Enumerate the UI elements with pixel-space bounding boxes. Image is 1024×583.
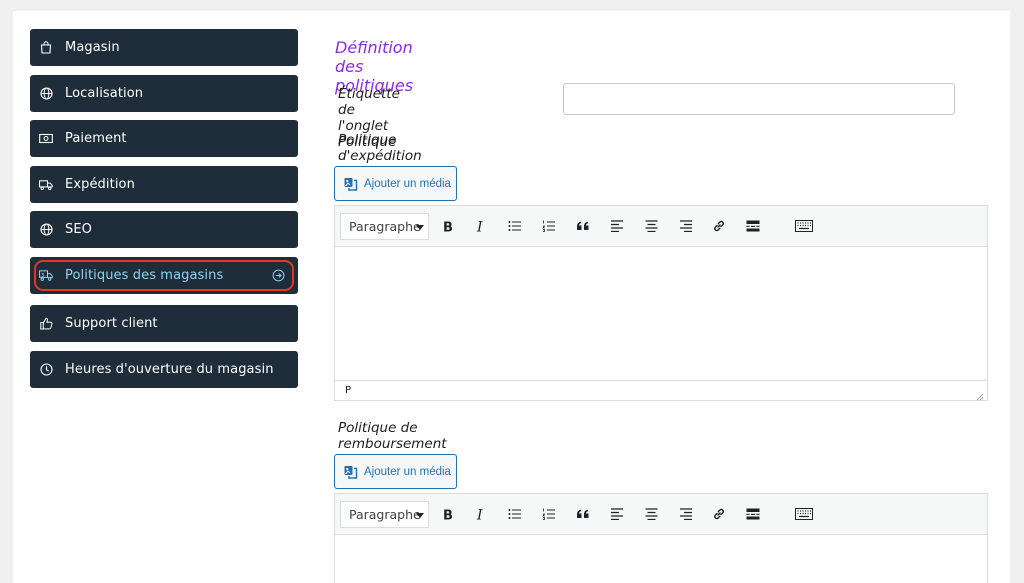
sidebar-item-label: Support client <box>65 316 158 331</box>
policy-truck-icon: $ <box>39 269 53 283</box>
format-select[interactable]: Paragraphe <box>340 213 429 240</box>
keyboard-toolbar-toggle-icon[interactable] <box>793 215 815 237</box>
element-path[interactable]: P <box>345 385 351 396</box>
editor-statusbar: P <box>335 380 987 401</box>
add-media-label: Ajouter un média <box>364 177 451 190</box>
bullet-list-button[interactable] <box>504 503 526 525</box>
chevron-down-icon <box>416 225 424 230</box>
svg-text:B: B <box>443 220 453 233</box>
add-media-button[interactable]: Ajouter un média <box>334 454 457 489</box>
editor-toolbar: Paragraphe B I <box>335 494 987 535</box>
sidebar-item-seo[interactable]: SEO <box>30 211 298 248</box>
globe-icon <box>39 223 53 237</box>
align-left-button[interactable] <box>606 503 628 525</box>
shipping-policy-textarea[interactable] <box>335 247 987 380</box>
sidebar-item-heures[interactable]: Heures d'ouverture du magasin <box>30 351 298 388</box>
read-more-button[interactable] <box>742 215 764 237</box>
numbered-list-button[interactable] <box>538 503 560 525</box>
read-more-button[interactable] <box>742 503 764 525</box>
sidebar-item-magasin[interactable]: Magasin <box>30 29 298 66</box>
svg-text:I: I <box>476 220 483 233</box>
chevron-down-icon <box>416 513 424 518</box>
align-right-button[interactable] <box>674 503 696 525</box>
money-icon <box>39 132 53 146</box>
align-center-button[interactable] <box>640 215 662 237</box>
bold-button[interactable]: B <box>437 503 459 525</box>
add-media-button[interactable]: Ajouter un média <box>334 166 457 201</box>
link-icon[interactable] <box>708 503 730 525</box>
tab-label-input[interactable] <box>563 83 955 115</box>
format-select-value: Paragraphe <box>349 507 421 522</box>
refund-policy-editor: Paragraphe B I <box>334 493 988 583</box>
align-right-button[interactable] <box>674 215 696 237</box>
sidebar-item-paiement[interactable]: Paiement <box>30 120 298 157</box>
format-select-value: Paragraphe <box>349 219 421 234</box>
media-icon <box>344 465 358 479</box>
bullet-list-button[interactable] <box>504 215 526 237</box>
editor-toolbar: Paragraphe B I <box>335 206 987 247</box>
sidebar-item-label: Paiement <box>65 131 127 146</box>
svg-text:B: B <box>443 508 453 521</box>
sidebar-item-localisation[interactable]: Localisation <box>30 75 298 112</box>
numbered-list-button[interactable] <box>538 215 560 237</box>
add-media-label: Ajouter un média <box>364 465 451 478</box>
svg-text:I: I <box>476 508 483 521</box>
resize-grip-icon[interactable] <box>976 389 984 401</box>
blockquote-button[interactable] <box>572 503 594 525</box>
italic-button[interactable]: I <box>470 215 492 237</box>
clock-icon <box>39 363 53 377</box>
thumbs-up-icon <box>39 317 53 331</box>
refund-policy-textarea[interactable] <box>335 535 987 583</box>
blockquote-button[interactable] <box>572 215 594 237</box>
truck-icon <box>39 178 53 192</box>
refund-policy-label: Politique de remboursement <box>338 420 447 452</box>
arrow-circle-icon <box>272 269 285 282</box>
italic-button[interactable]: I <box>470 503 492 525</box>
sidebar-item-expedition[interactable]: Expédition <box>30 166 298 203</box>
sidebar-item-politiques[interactable]: $ Politiques des magasins <box>30 257 298 294</box>
format-select[interactable]: Paragraphe <box>340 501 429 528</box>
media-icon <box>344 177 358 191</box>
bag-icon <box>39 41 53 55</box>
sidebar-item-label: Localisation <box>65 86 144 101</box>
sidebar-item-label: SEO <box>65 222 92 237</box>
sidebar-item-label: Expédition <box>65 177 135 192</box>
align-center-button[interactable] <box>640 503 662 525</box>
sidebar-item-label: Politiques des magasins <box>65 268 224 283</box>
globe-icon <box>39 87 53 101</box>
sidebar-item-label: Heures d'ouverture du magasin <box>65 362 274 377</box>
keyboard-toolbar-toggle-icon[interactable] <box>793 503 815 525</box>
shipping-policy-label: Politique d'expédition <box>338 132 422 164</box>
shipping-policy-editor: Paragraphe B I P <box>334 205 988 401</box>
link-icon[interactable] <box>708 215 730 237</box>
bold-button[interactable]: B <box>437 215 459 237</box>
sidebar-item-label: Magasin <box>65 40 120 55</box>
sidebar-item-support-client[interactable]: Support client <box>30 305 298 342</box>
align-left-button[interactable] <box>606 215 628 237</box>
